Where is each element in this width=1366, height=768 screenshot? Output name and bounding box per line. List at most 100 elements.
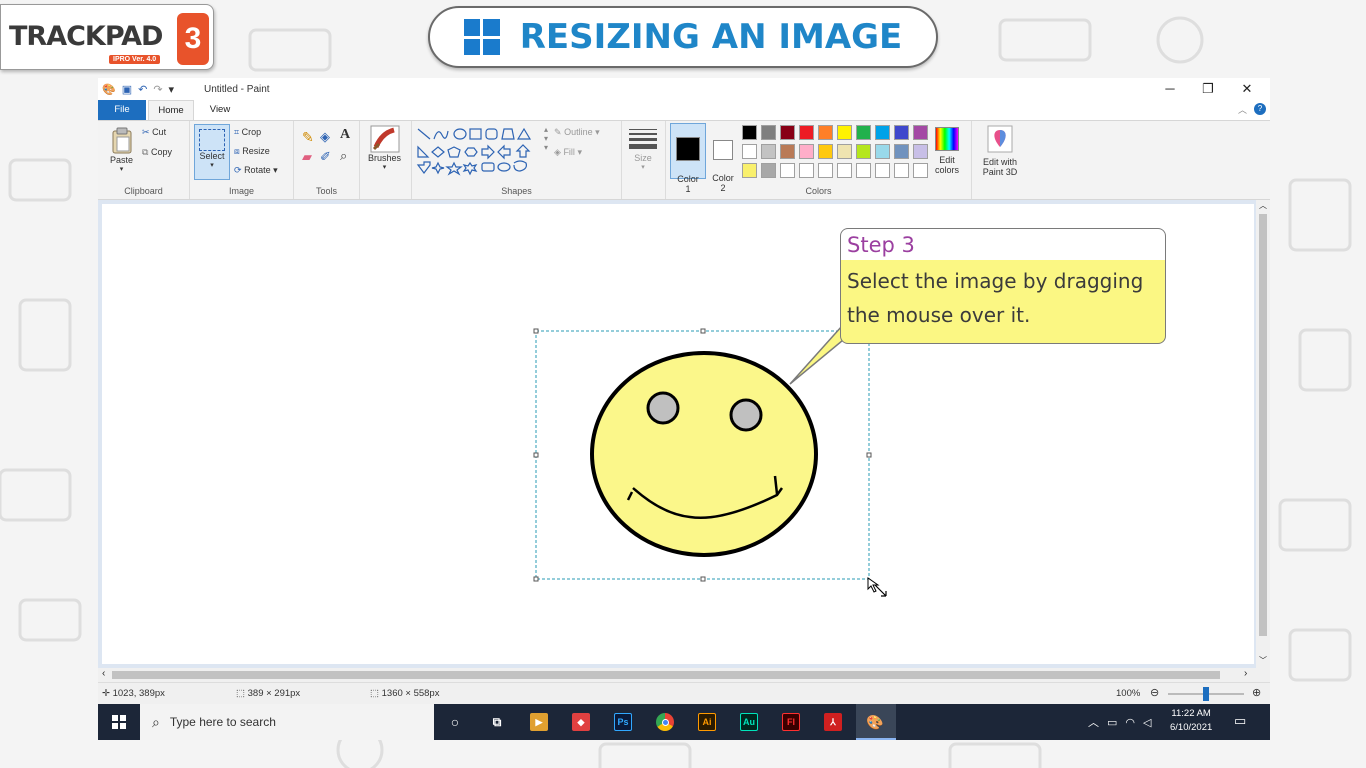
save-icon[interactable]: ▣: [122, 83, 132, 96]
battery-icon[interactable]: ▭: [1107, 716, 1117, 729]
shapes-gallery[interactable]: [416, 127, 546, 179]
minimize-button[interactable]: ─: [1160, 81, 1180, 96]
fill-button[interactable]: ◈ Fill ▾: [554, 147, 582, 158]
task-view-icon[interactable]: ⧉: [488, 713, 506, 731]
illustrator-icon[interactable]: Ai: [698, 713, 716, 731]
color-swatch[interactable]: [894, 163, 909, 178]
resize-button[interactable]: ⧈ Resize: [234, 146, 270, 157]
scroll-right-icon[interactable]: ›: [1244, 668, 1247, 679]
color-swatch[interactable]: [837, 144, 852, 159]
crop-button[interactable]: ⌗ Crop: [234, 127, 261, 138]
collapse-ribbon-icon[interactable]: ︿: [1238, 103, 1247, 116]
eraser-icon[interactable]: ▰: [302, 149, 312, 165]
select-button[interactable]: Select ▾: [194, 124, 230, 180]
color-swatch[interactable]: [761, 144, 776, 159]
undo-icon[interactable]: ↶: [138, 83, 147, 96]
pencil-icon[interactable]: ✎: [302, 129, 314, 146]
color-swatch[interactable]: [894, 125, 909, 140]
color-swatch[interactable]: [818, 144, 833, 159]
color-swatch[interactable]: [913, 163, 928, 178]
color-swatch[interactable]: [913, 125, 928, 140]
trackpad-logo: TRACKPAD IPRO Ver. 4.0 3: [0, 4, 214, 70]
notifications-icon[interactable]: ▭: [1234, 713, 1246, 729]
acrobat-icon[interactable]: ⅄: [824, 713, 842, 731]
tab-file[interactable]: File: [98, 100, 146, 120]
wifi-icon[interactable]: ◠: [1125, 716, 1135, 729]
tab-home[interactable]: Home: [148, 100, 194, 120]
color-swatch[interactable]: [780, 144, 795, 159]
color-swatch[interactable]: [780, 125, 795, 140]
horizontal-scroll-thumb[interactable]: [112, 671, 1220, 679]
color-swatch[interactable]: [913, 144, 928, 159]
zoom-in-icon[interactable]: ⊕: [1252, 686, 1261, 699]
zoom-slider[interactable]: [1168, 687, 1244, 701]
cut-button[interactable]: ✂ Cut: [142, 127, 166, 138]
customize-dropdown-icon[interactable]: ▾: [169, 83, 175, 96]
chrome-icon[interactable]: [656, 713, 674, 731]
color-swatch[interactable]: [780, 163, 795, 178]
edit-with-paint3d-button[interactable]: Edit with Paint 3D: [976, 125, 1024, 177]
color-swatch[interactable]: [875, 125, 890, 140]
color-swatch[interactable]: [761, 125, 776, 140]
color-swatch[interactable]: [856, 163, 871, 178]
color-swatch[interactable]: [761, 163, 776, 178]
color-swatch[interactable]: [742, 144, 757, 159]
color-picker-icon[interactable]: ✐: [320, 149, 331, 165]
paint-taskbar-button[interactable]: 🎨: [856, 704, 896, 740]
tab-view[interactable]: View: [198, 100, 242, 120]
photoshop-icon[interactable]: Ps: [614, 713, 632, 731]
zoom-slider-thumb[interactable]: [1203, 687, 1209, 701]
help-icon[interactable]: ?: [1254, 103, 1266, 115]
start-button[interactable]: [98, 704, 140, 740]
color-swatch[interactable]: [856, 125, 871, 140]
copy-button[interactable]: ⧉ Copy: [142, 147, 172, 158]
vertical-scroll-thumb[interactable]: [1259, 214, 1267, 636]
color-swatch[interactable]: [894, 144, 909, 159]
image-group: Select ▾ ⌗ Crop ⧈ Resize ⟳ Rotate ▾ Imag…: [190, 121, 294, 199]
show-hidden-icons-icon[interactable]: ︿: [1088, 714, 1099, 730]
shapes-scroll-icon[interactable]: ▴ ▾ ▾: [544, 125, 548, 152]
color-swatch[interactable]: [875, 144, 890, 159]
color-swatch[interactable]: [799, 125, 814, 140]
flash-icon[interactable]: Fl: [782, 713, 800, 731]
restore-button[interactable]: ❐: [1198, 81, 1218, 97]
zoom-out-icon[interactable]: ⊖: [1150, 686, 1159, 699]
color-swatch[interactable]: [856, 144, 871, 159]
edit-colors-button[interactable]: Edit colors: [930, 125, 964, 175]
color1-button[interactable]: Color 1: [670, 123, 706, 194]
magnifier-icon[interactable]: ⌕: [340, 148, 347, 164]
taskbar-search-box[interactable]: ⌕ Type here to search: [140, 704, 434, 740]
cortana-icon[interactable]: ○: [446, 713, 464, 731]
color-swatch[interactable]: [799, 163, 814, 178]
text-tool-icon[interactable]: A: [340, 127, 350, 143]
color2-button[interactable]: Color 2: [708, 123, 738, 193]
horizontal-scrollbar[interactable]: ‹ ›: [98, 668, 1270, 682]
audition-icon[interactable]: Au: [740, 713, 758, 731]
color-swatch[interactable]: [837, 125, 852, 140]
color-swatch[interactable]: [818, 163, 833, 178]
color-swatch[interactable]: [742, 125, 757, 140]
scroll-down-icon[interactable]: ﹀: [1256, 655, 1270, 666]
scroll-left-icon[interactable]: ‹: [102, 668, 105, 679]
media-player-icon[interactable]: ▶: [530, 713, 548, 731]
color-swatch[interactable]: [875, 163, 890, 178]
rotate-button[interactable]: ⟳ Rotate ▾: [234, 165, 278, 176]
outline-button[interactable]: ✎ Outline ▾: [554, 127, 600, 138]
close-button[interactable]: ✕: [1237, 81, 1257, 97]
color-swatch[interactable]: [837, 163, 852, 178]
vertical-scrollbar[interactable]: ︿ ﹀: [1256, 200, 1270, 668]
fill-bucket-icon[interactable]: ◈: [320, 129, 330, 145]
color-swatch[interactable]: [818, 125, 833, 140]
paste-button[interactable]: Paste ▾: [110, 127, 133, 173]
scroll-up-icon[interactable]: ︿: [1256, 200, 1270, 211]
anydesk-icon[interactable]: ◆: [572, 713, 590, 731]
volume-icon[interactable]: ◁: [1143, 716, 1151, 729]
clock[interactable]: 11:22 AM 6/10/2021: [1170, 707, 1212, 735]
copy-icon: ⧉: [142, 147, 149, 157]
color-swatch[interactable]: [799, 144, 814, 159]
line-width-icon: [629, 129, 657, 149]
color-swatch[interactable]: [742, 163, 757, 178]
brushes-button[interactable]: Brushes ▾: [368, 125, 401, 171]
redo-icon[interactable]: ↷: [153, 83, 162, 96]
size-button[interactable]: Size ▾: [629, 127, 657, 171]
